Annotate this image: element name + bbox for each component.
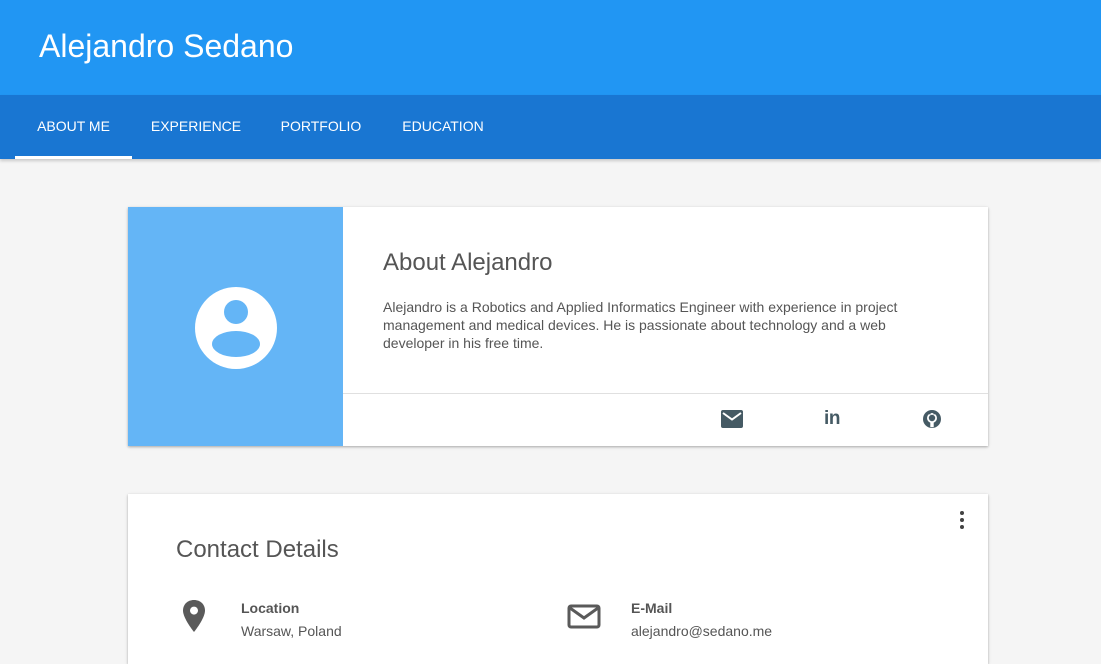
linkedin-label: in [824, 408, 840, 429]
more-vert-icon[interactable] [950, 508, 974, 532]
avatar-panel [128, 207, 343, 446]
email-label: E-Mail [631, 600, 673, 616]
contact-title: Contact Details [176, 536, 339, 563]
tab-experience[interactable]: EXPERIENCE [132, 95, 260, 159]
tab-about-me[interactable]: ABOUT ME [15, 95, 132, 159]
about-description: Alejandro is a Robotics and Applied Info… [383, 299, 898, 351]
account-circle-icon [195, 287, 277, 369]
location-value: Warsaw, Poland [241, 623, 342, 639]
card-divider [343, 393, 988, 394]
site-title: Alejandro Sedano [39, 28, 294, 64]
mail-icon[interactable] [718, 407, 746, 431]
email-value[interactable]: alejandro@sedano.me [631, 622, 772, 640]
contact-card: Contact Details Location Warsaw, Poland … [128, 494, 988, 664]
about-card: About Alejandro Alejandro is a Robotics … [128, 207, 988, 446]
location-label: Location [241, 600, 300, 616]
tab-bar: ABOUT ME EXPERIENCE PORTFOLIO EDUCATION [0, 95, 1101, 159]
tab-education[interactable]: EDUCATION [382, 95, 504, 159]
email-icon [567, 604, 601, 629]
tab-portfolio[interactable]: PORTFOLIO [260, 95, 382, 159]
location-pin-icon [183, 600, 205, 632]
linkedin-icon[interactable]: in [818, 407, 846, 431]
github-icon[interactable] [918, 407, 946, 431]
app-header: Alejandro Sedano [0, 0, 1101, 95]
about-title: About Alejandro [383, 249, 553, 276]
